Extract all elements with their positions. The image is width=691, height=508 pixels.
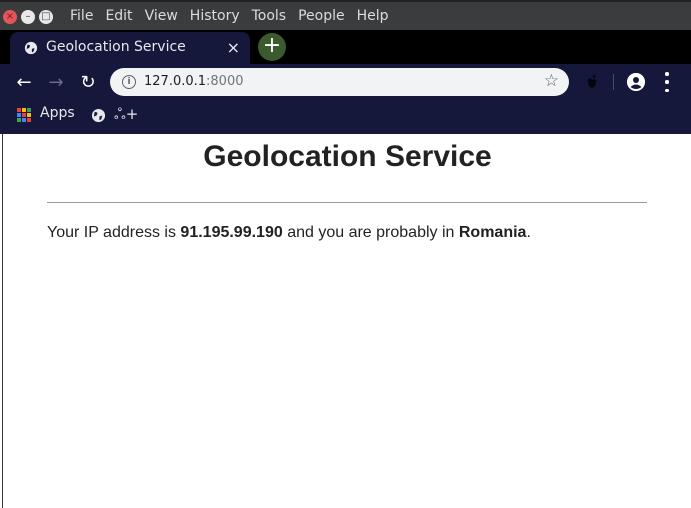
url-port: :8000 <box>206 74 244 89</box>
window-menubar: × – □ File Edit View History Tools Peopl… <box>0 0 691 30</box>
menu-tools[interactable]: Tools <box>252 8 293 24</box>
url-text[interactable]: 127.0.0.1:8000 <box>144 74 244 89</box>
tab-strip: Geolocation Service × + <box>0 30 691 64</box>
divider <box>47 202 647 203</box>
menu-edit[interactable]: Edit <box>105 8 138 24</box>
apps-grid-dot <box>17 118 21 122</box>
apps-grid-dot <box>22 118 26 122</box>
tab-geolocation-service[interactable]: Geolocation Service × <box>10 32 250 64</box>
apps-bookmark[interactable]: Apps <box>40 105 75 121</box>
window-maximize-button[interactable]: □ <box>39 10 53 24</box>
tab-close-button[interactable]: × <box>227 38 240 57</box>
globe-icon[interactable] <box>91 108 106 123</box>
apps-grid-icon[interactable] <box>17 108 31 122</box>
bookmark-star-icon[interactable]: ☆ <box>544 71 559 91</box>
info-icon[interactable]: i <box>122 75 136 89</box>
page-content: Geolocation Service Your IP address is 9… <box>2 134 691 508</box>
menu-history[interactable]: History <box>190 8 246 24</box>
country: Romania <box>458 224 527 241</box>
menu-view[interactable]: View <box>145 8 184 24</box>
globe-icon <box>24 41 38 55</box>
menu-bar: File Edit View History Tools People Help <box>70 8 401 24</box>
bookmarks-bar: Apps ஃ+ <box>0 102 691 128</box>
ip-message: Your IP address is 91.195.99.190 and you… <box>47 224 531 242</box>
msg-middle: and you are probably in <box>282 224 459 241</box>
apps-grid-dot <box>17 113 21 117</box>
apps-grid-dot <box>22 108 26 112</box>
profile-avatar-icon[interactable] <box>627 73 645 91</box>
apps-grid-dot <box>27 108 31 112</box>
apps-grid-dot <box>27 113 31 117</box>
msg-suffix: . <box>526 224 531 241</box>
menu-file[interactable]: File <box>70 8 99 24</box>
new-tab-button[interactable]: + <box>258 33 286 61</box>
apps-grid-dot <box>22 113 26 117</box>
reload-button[interactable]: ↻ <box>77 72 99 94</box>
browser-toolbar: ← → ↻ i 127.0.0.1:8000 ☆ Apps ஃ+ <box>0 64 691 134</box>
apps-grid-dot <box>17 108 21 112</box>
extension-add-icon[interactable]: ஃ+ <box>114 105 138 125</box>
back-button[interactable]: ← <box>13 72 35 94</box>
menu-people[interactable]: People <box>298 8 351 24</box>
menu-kebab-icon[interactable] <box>664 72 670 92</box>
toolbar-separator <box>613 74 614 90</box>
menu-help[interactable]: Help <box>357 8 395 24</box>
msg-prefix: Your IP address is <box>47 224 181 241</box>
page-title: Geolocation Service <box>203 140 492 173</box>
url-host: 127.0.0.1 <box>144 74 207 89</box>
ip-address: 91.195.99.190 <box>180 224 283 241</box>
window-close-button[interactable]: × <box>3 10 17 24</box>
apps-grid-dot <box>27 118 31 122</box>
address-bar[interactable]: i 127.0.0.1:8000 ☆ <box>110 68 569 96</box>
forward-button[interactable]: → <box>45 72 67 94</box>
window-minimize-button[interactable]: – <box>21 10 35 24</box>
extension-icon[interactable] <box>585 74 599 90</box>
tab-title: Geolocation Service <box>46 39 186 55</box>
